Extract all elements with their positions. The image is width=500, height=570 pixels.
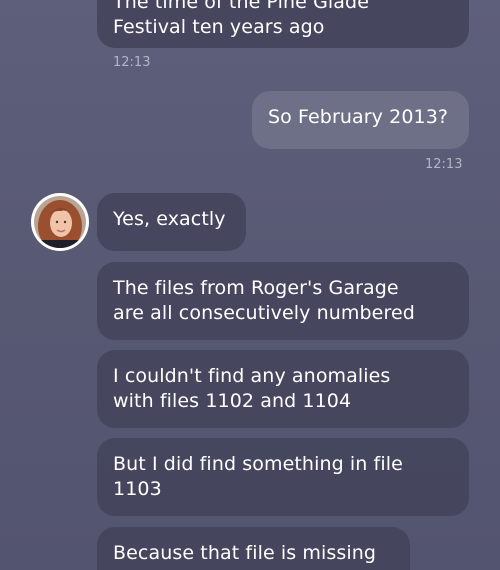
message-bubble-outgoing[interactable]: So February 2013? <box>252 91 469 149</box>
message-timestamp: 12:13 <box>425 157 463 172</box>
message-bubble-incoming[interactable]: The time of the Pine Glade Festival ten … <box>97 0 469 48</box>
message-bubble-incoming[interactable]: Because that file is missing <box>97 527 410 570</box>
chat-thread: The time of the Pine Glade Festival ten … <box>0 0 500 570</box>
message-timestamp: 12:13 <box>113 55 151 70</box>
message-bubble-incoming[interactable]: Yes, exactly <box>97 193 246 251</box>
message-bubble-incoming[interactable]: The files from Roger's Garage are all co… <box>97 262 469 340</box>
avatar-photo-icon <box>34 196 86 248</box>
message-bubble-incoming[interactable]: I couldn't find any anomalies with files… <box>97 350 469 428</box>
message-bubble-incoming[interactable]: But I did find something in file 1103 <box>97 438 469 516</box>
contact-avatar[interactable] <box>31 193 89 251</box>
